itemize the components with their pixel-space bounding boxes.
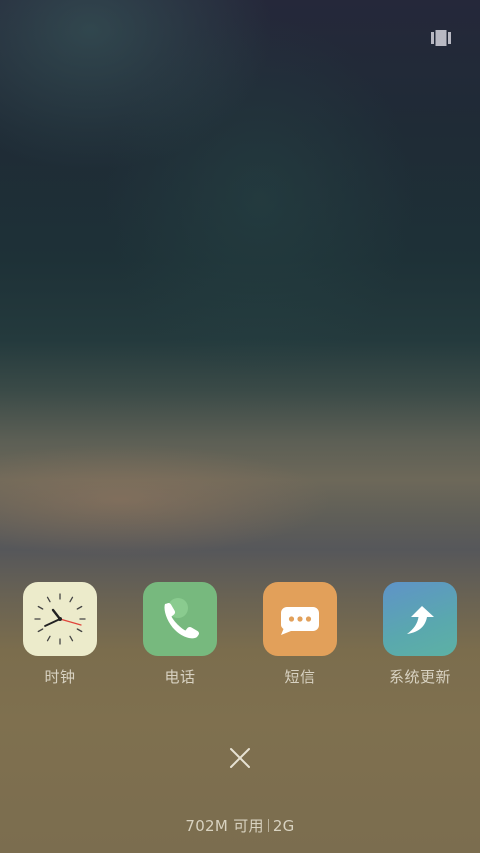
clear-all-button[interactable] bbox=[228, 746, 252, 770]
memory-status: 702M 可用 2G bbox=[0, 815, 480, 836]
update-arrow-icon bbox=[407, 606, 434, 634]
clock-icon bbox=[34, 593, 86, 645]
app-phone[interactable]: 电话 bbox=[125, 582, 235, 687]
phone-icon bbox=[164, 598, 200, 639]
app-label: 时钟 bbox=[44, 668, 76, 686]
sms-tile bbox=[263, 582, 337, 656]
phone-tile bbox=[143, 582, 217, 656]
update-tile bbox=[383, 582, 457, 656]
app-label: 短信 bbox=[284, 668, 316, 686]
recents-icon bbox=[431, 30, 451, 46]
app-system-update[interactable]: 系统更新 bbox=[365, 582, 475, 687]
recent-apps-dock: 时钟 电话 短信 系统更新 bbox=[0, 582, 480, 692]
clock-tile bbox=[23, 582, 97, 656]
app-sms[interactable]: 短信 bbox=[245, 582, 355, 687]
recents-toggle-button[interactable] bbox=[431, 30, 451, 46]
app-clock[interactable]: 时钟 bbox=[5, 582, 115, 687]
memory-total: 2G bbox=[272, 817, 295, 835]
message-icon bbox=[281, 607, 319, 635]
memory-available: 702M 可用 bbox=[185, 817, 264, 835]
memory-separator bbox=[267, 819, 269, 832]
app-label: 系统更新 bbox=[388, 668, 451, 686]
app-label: 电话 bbox=[164, 668, 196, 686]
close-icon bbox=[230, 748, 250, 768]
